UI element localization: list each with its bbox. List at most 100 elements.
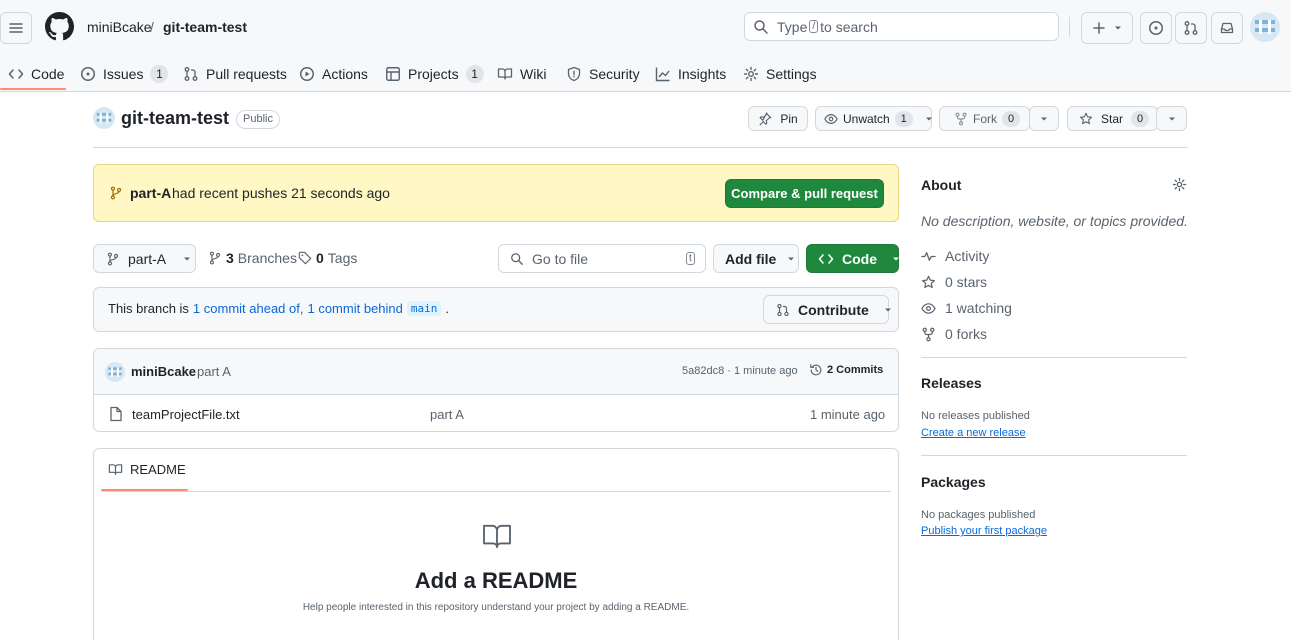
visibility-badge: Public	[236, 110, 280, 129]
repo-forked-icon	[921, 327, 936, 342]
publish-package-link[interactable]: Publish your first package	[921, 525, 1047, 537]
tab-issues[interactable]: Issues 1	[80, 56, 169, 92]
code-icon	[818, 251, 834, 267]
header-divider	[1069, 17, 1070, 37]
breadcrumb-owner[interactable]: miniBcake	[87, 19, 152, 35]
tab-wiki[interactable]: Wiki	[497, 56, 546, 92]
search-suffix: to search	[820, 18, 878, 35]
search-icon	[753, 19, 769, 35]
tab-projects[interactable]: Projects 1	[385, 56, 484, 92]
issues-counter: 1	[150, 65, 169, 83]
readme-empty-description: Help people interested in this repositor…	[302, 602, 690, 613]
create-release-link[interactable]: Create a new release	[921, 427, 1026, 439]
go-to-file-input[interactable]: Go to file t	[498, 244, 706, 273]
about-description: No description, website, or topics provi…	[921, 213, 1188, 229]
tab-pull-requests[interactable]: Pull requests	[183, 56, 287, 92]
inbox-button[interactable]	[1211, 12, 1243, 44]
book-icon	[108, 462, 123, 477]
fork-label: Fork	[973, 111, 997, 126]
tab-security-label: Security	[589, 66, 640, 82]
readme-tab-label: README	[130, 462, 186, 477]
base-branch-badge[interactable]: main	[406, 301, 442, 316]
code-button-label: Code	[842, 250, 877, 267]
search-shortcut-key: /	[809, 20, 819, 33]
triangle-down-icon	[1113, 23, 1123, 33]
gear-icon[interactable]	[1172, 177, 1187, 192]
menu-button[interactable]	[0, 12, 32, 44]
branch-select-button[interactable]: part-A	[93, 244, 196, 273]
readme-tab[interactable]: README	[108, 462, 186, 477]
repo-title[interactable]: git-team-test	[121, 108, 229, 129]
issues-button[interactable]	[1140, 12, 1172, 44]
readme-divider	[101, 491, 891, 492]
code-button[interactable]: Code	[806, 244, 899, 273]
activity-label: Activity	[945, 248, 990, 264]
git-pull-request-icon	[776, 303, 790, 317]
triangle-down-icon	[883, 305, 893, 315]
commits-ahead-link[interactable]: 1 commit ahead of,	[193, 301, 304, 316]
tags-link[interactable]: 0 Tags	[298, 250, 357, 266]
tab-actions-label: Actions	[322, 66, 368, 82]
projects-counter: 1	[465, 65, 484, 83]
create-new-button[interactable]	[1081, 12, 1133, 44]
commits-count-label: 2 Commits	[827, 364, 884, 376]
compare-pull-request-button[interactable]: Compare & pull request	[725, 179, 884, 208]
pulse-icon	[921, 249, 936, 264]
fork-dropdown-button[interactable]	[1029, 106, 1059, 131]
github-logo-icon[interactable]	[45, 12, 74, 41]
history-icon	[809, 363, 823, 377]
hamburger-icon	[8, 20, 24, 36]
banner-branch-name[interactable]: part-A	[130, 185, 171, 201]
fork-counter: 0	[1002, 110, 1020, 127]
tab-security[interactable]: Security	[566, 56, 640, 92]
contribute-button[interactable]: Contribute	[763, 295, 891, 324]
star-dropdown-button[interactable]	[1156, 106, 1187, 131]
forks-label: 0 forks	[945, 326, 988, 342]
table-row: teamProjectFile.txt part A 1 minute ago	[94, 396, 898, 432]
breadcrumb-repo[interactable]: git-team-test	[163, 19, 247, 35]
avatar[interactable]	[1250, 12, 1280, 42]
commits-history-link[interactable]: 2 Commits	[809, 363, 883, 377]
code-icon	[8, 66, 24, 82]
pin-label: Pin	[780, 111, 798, 126]
repo-owner-avatar[interactable]	[93, 107, 115, 129]
tab-insights[interactable]: Insights	[655, 56, 726, 92]
title-divider	[93, 147, 1188, 148]
file-icon	[109, 406, 123, 422]
add-file-button[interactable]: Add file	[713, 244, 799, 273]
commits-behind-link[interactable]: 1 commit behind	[307, 301, 402, 316]
forks-link[interactable]: 0 forks	[921, 326, 987, 342]
star-button[interactable]: Star 0	[1067, 106, 1158, 131]
tab-wiki-label: Wiki	[520, 66, 547, 82]
pin-icon	[758, 111, 772, 126]
search-input[interactable]: Type / to search	[744, 12, 1059, 41]
file-name-link[interactable]: teamProjectFile.txt	[132, 407, 240, 422]
triangle-down-icon	[1167, 114, 1177, 124]
watching-link[interactable]: 1 watching	[921, 300, 1012, 316]
stars-link[interactable]: 0 stars	[921, 274, 987, 290]
inbox-icon	[1219, 20, 1235, 36]
tab-settings[interactable]: Settings	[743, 56, 817, 92]
fork-button[interactable]: Fork 0	[939, 106, 1030, 131]
unwatch-button[interactable]: Unwatch 1	[815, 106, 932, 131]
releases-title[interactable]: Releases	[921, 375, 982, 391]
file-commit-message[interactable]: part A	[430, 407, 464, 422]
tags-count: 0	[316, 250, 324, 266]
banner-text: had recent pushes 21 seconds ago	[172, 185, 390, 201]
tab-code[interactable]: Code	[8, 56, 64, 92]
commit-author[interactable]: miniBcake	[131, 364, 196, 379]
commit-sha-time[interactable]: 5a82dc8 · 1 minute ago	[682, 365, 798, 377]
pull-requests-button[interactable]	[1175, 12, 1207, 44]
pin-button[interactable]: Pin	[748, 106, 808, 131]
search-prefix: Type	[777, 18, 808, 35]
branches-link[interactable]: 3 Branches	[208, 250, 297, 266]
activity-link[interactable]: Activity	[921, 248, 989, 264]
commit-author-avatar[interactable]	[105, 362, 125, 382]
tags-label: Tags	[327, 250, 358, 266]
go-to-file-shortcut: t	[686, 252, 695, 265]
packages-title[interactable]: Packages	[921, 474, 986, 490]
commit-message[interactable]: part A	[197, 364, 231, 379]
branches-label: Branches	[237, 250, 297, 266]
tab-actions[interactable]: Actions	[299, 56, 368, 92]
triangle-down-icon	[786, 254, 796, 264]
